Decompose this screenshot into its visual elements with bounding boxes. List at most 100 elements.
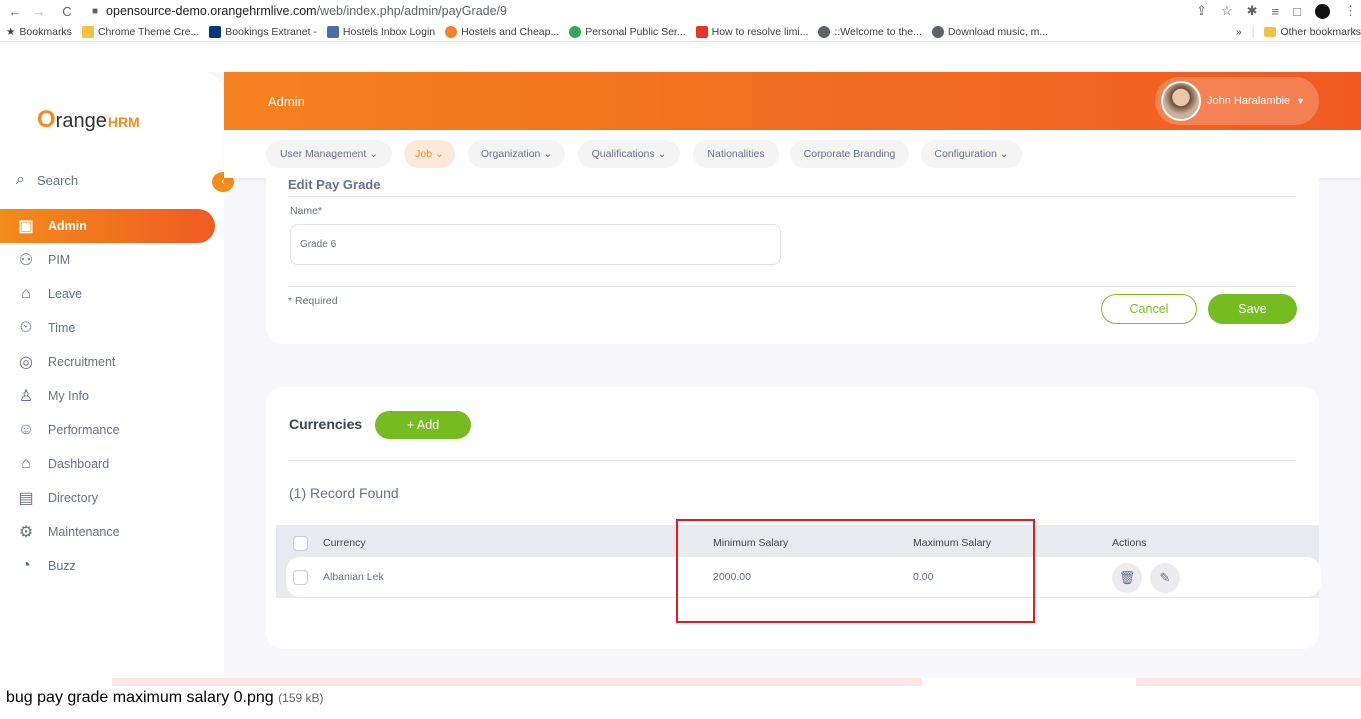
directory-icon: ▤ (18, 490, 34, 507)
save-button[interactable]: Save (1208, 294, 1297, 324)
attachment-filename[interactable]: bug pay grade maximum salary 0.png (6, 689, 274, 706)
buzz-icon: ◔ (21, 557, 31, 574)
sidebar-search[interactable]: ⌕ Search (16, 171, 78, 189)
bookmark-item[interactable]: Download music, m... (931, 25, 1048, 38)
theme-icon (81, 25, 94, 38)
module-title: Admin (268, 94, 305, 109)
search-icon: ⌕ (16, 171, 25, 188)
edit-button[interactable]: ✎ (1150, 563, 1180, 593)
pim-icon: ⚇ (18, 252, 34, 269)
sidebar-item-maintenance[interactable]: ⚙ Maintenance (0, 515, 224, 549)
search-label: Search (36, 172, 79, 188)
tab-qualifications[interactable]: Qualifications ⌄ (578, 140, 680, 168)
page-title: Edit Pay Grade (288, 177, 381, 192)
orangehrm-logo[interactable]: Orange HRM (37, 106, 140, 134)
side-panel-icon[interactable]: □ (1293, 4, 1301, 19)
url-path: /web/index.php/admin/payGrade/9 (316, 4, 507, 18)
bookmark-item[interactable]: ★ Bookmarks (6, 26, 72, 38)
delete-button[interactable]: 🗑 (1112, 563, 1142, 593)
back-icon[interactable]: ← (6, 4, 24, 19)
user-dropdown[interactable]: John Haralambie ▼ (1155, 77, 1319, 125)
booking-icon (209, 25, 222, 38)
tab-configuration[interactable]: Configuration ⌄ (921, 140, 1022, 168)
sidebar-item-my-info[interactable]: ♙ My Info (0, 379, 224, 413)
lock-icon: ■ (92, 5, 99, 17)
performance-icon: ☺ (17, 421, 35, 438)
tab-user-management[interactable]: User Management ⌄ (266, 140, 392, 168)
my-info-icon: ♙ (18, 388, 34, 405)
chevron-down-icon: ⌄ (543, 148, 553, 160)
cancel-button[interactable]: Cancel (1101, 294, 1197, 324)
pencil-icon: ✎ (1159, 570, 1171, 585)
folder-icon (1264, 27, 1277, 37)
media-icon[interactable]: ≡ (1272, 4, 1280, 19)
extensions-icon[interactable]: ✱ (1247, 3, 1258, 19)
bookmark-item[interactable]: How to resolve limi... (695, 25, 808, 38)
add-currency-button[interactable]: + Add (375, 411, 471, 439)
bookmarks-divider: | (1251, 26, 1255, 38)
recruitment-icon: ◎ (19, 354, 33, 371)
name-input[interactable]: Grade 6 (290, 224, 781, 265)
background-decoration (1136, 678, 1361, 686)
tab-nationalities[interactable]: Nationalities (693, 140, 779, 168)
bookmark-item[interactable]: Bookings Extranet - (209, 25, 317, 38)
chevron-down-icon: ⌄ (657, 148, 667, 160)
currencies-title: Currencies (289, 416, 363, 432)
sidebar-item-time[interactable]: ⏲ Time (0, 311, 224, 345)
name-label: Name* (290, 205, 323, 217)
chevron-down-icon: ⌄ (999, 148, 1009, 160)
divider (288, 460, 1296, 461)
divider (288, 196, 1296, 197)
tab-organization[interactable]: Organization ⌄ (468, 140, 565, 168)
caret-down-icon: ▼ (1296, 96, 1306, 106)
background-decoration (112, 678, 922, 686)
top-header: Admin John Haralambie ▼ (224, 72, 1361, 130)
inbox-icon (326, 25, 339, 38)
address-bar[interactable]: ■ opensource-demo.orangehrmlive.com/web/… (92, 0, 507, 22)
column-currency: Currency (323, 537, 366, 549)
sidebar-item-dashboard[interactable]: ⌂ Dashboard (0, 447, 224, 481)
share-icon[interactable]: ⇪ (1196, 3, 1207, 19)
reload-icon[interactable]: C (58, 4, 76, 19)
forward-icon[interactable]: → (30, 4, 48, 19)
other-bookmarks[interactable]: Other bookmarks (1264, 26, 1361, 38)
sidebar: Orange HRM ⌕ Search ‹ ▣ Admin ⚇ PIM ⌂ Leave … (0, 72, 234, 678)
url-domain: opensource-demo.orangehrmlive.com (106, 4, 317, 18)
admin-topnav: User Management ⌄ Job ⌄ Organization ⌄ Q… (224, 130, 1361, 178)
menu-icon[interactable]: ⋮ (1344, 3, 1357, 19)
divider (288, 286, 1296, 287)
sidebar-item-pim[interactable]: ⚇ PIM (0, 243, 224, 277)
browser-toolbar: ← → C ■ opensource-demo.orangehrmlive.co… (0, 0, 1361, 22)
sidebar-item-performance[interactable]: ☺ Performance (0, 413, 224, 447)
avatar (1161, 81, 1201, 121)
sidebar-item-recruitment[interactable]: ◎ Recruitment (0, 345, 224, 379)
sidebar-item-leave[interactable]: ⌂ Leave (0, 277, 224, 311)
bookmark-item[interactable]: Hostels Inbox Login (326, 25, 435, 38)
globe-icon (818, 25, 831, 38)
time-icon: ⏲ (19, 319, 33, 336)
sidebar-item-directory[interactable]: ▤ Directory (0, 481, 224, 515)
globe-icon (931, 25, 944, 38)
select-all-checkbox[interactable] (293, 536, 308, 551)
sidebar-item-admin[interactable]: ▣ Admin (0, 209, 215, 243)
row-checkbox[interactable] (293, 570, 308, 585)
annotation-highlight-box (676, 519, 1035, 623)
admin-icon: ▣ (18, 218, 34, 235)
adobe-icon (695, 25, 708, 38)
tab-corporate-branding[interactable]: Corporate Branding (790, 140, 909, 168)
public-service-icon (569, 25, 582, 38)
cell-currency: Albanian Lek (323, 571, 384, 583)
hostels-icon (445, 25, 458, 38)
sidebar-item-buzz[interactable]: ◔ Buzz (0, 549, 224, 583)
main-menu: ▣ Admin ⚇ PIM ⌂ Leave ⏲ Time ◎ Recruitment ♙ M… (0, 209, 224, 583)
bookmark-item[interactable]: ::Welcome to the... (818, 25, 922, 38)
maintenance-icon: ⚙ (18, 524, 34, 541)
star-icon[interactable]: ☆ (1221, 3, 1233, 19)
tab-job[interactable]: Job ⌄ (404, 140, 455, 168)
bookmark-item[interactable]: Hostels and Cheap... (445, 25, 559, 38)
bookmarks-overflow[interactable]: » (1236, 26, 1242, 38)
bookmark-item[interactable]: Personal Public Ser... (569, 25, 686, 38)
bookmarks-bar: ★ Bookmarks Chrome Theme Cre... Bookings … (0, 22, 1361, 42)
profile-icon[interactable] (1315, 3, 1330, 19)
bookmark-item[interactable]: Chrome Theme Cre... (81, 25, 199, 38)
